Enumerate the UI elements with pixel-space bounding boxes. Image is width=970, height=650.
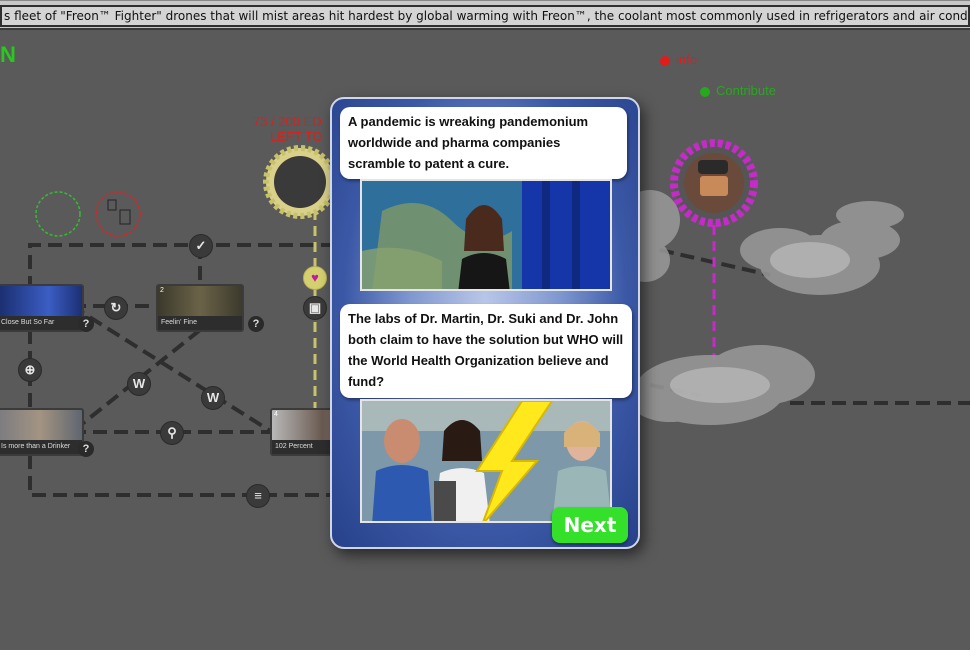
story-text: A pandemic is wreaking pandemonium world… bbox=[348, 114, 589, 171]
node-caption: Is more than a Drinker bbox=[0, 440, 82, 454]
node-caption: Feelin' Fine bbox=[158, 316, 242, 330]
story-node[interactable]: Is more than a Drinker bbox=[0, 408, 84, 456]
question-text: The labs of Dr. Martin, Dr. Suki and Dr.… bbox=[348, 311, 624, 389]
doctors-illustration bbox=[362, 401, 610, 521]
target-icon[interactable]: ⊕ bbox=[18, 358, 42, 382]
node-number: 4 bbox=[274, 411, 278, 418]
cloud-overlay bbox=[630, 190, 904, 425]
help-icon[interactable]: ? bbox=[78, 441, 94, 457]
news-anchor-image bbox=[360, 179, 612, 291]
node-thumbnail bbox=[158, 286, 242, 316]
node-caption: Close But So Far bbox=[0, 316, 82, 330]
document-icon[interactable]: ≡ bbox=[246, 484, 270, 508]
w-letter-icon[interactable]: W bbox=[127, 372, 151, 396]
checklist-icon[interactable]: ✓ bbox=[189, 234, 213, 258]
card-icon[interactable]: ▣ bbox=[303, 296, 327, 320]
next-button[interactable]: Next bbox=[552, 507, 628, 543]
story-node[interactable]: Close But So Far bbox=[0, 284, 84, 332]
news-anchor-illustration bbox=[362, 181, 610, 289]
story-modal: A pandemic is wreaking pandemonium world… bbox=[330, 97, 640, 549]
wikipedia-icon[interactable]: W bbox=[201, 386, 225, 410]
heart-icon[interactable]: ♥ bbox=[303, 266, 327, 290]
help-icon[interactable]: ? bbox=[248, 316, 264, 332]
node-thumbnail bbox=[0, 286, 82, 316]
doctors-image bbox=[360, 399, 612, 523]
story-bubble: A pandemic is wreaking pandemonium world… bbox=[340, 107, 627, 179]
node-thumbnail bbox=[0, 410, 82, 440]
node-number: 2 bbox=[160, 287, 164, 294]
story-node[interactable]: 2 Feelin' Fine bbox=[156, 284, 244, 332]
help-icon[interactable]: ? bbox=[78, 316, 94, 332]
share-icon[interactable]: ↻ bbox=[104, 296, 128, 320]
magnify-icon[interactable]: ⚲ bbox=[160, 421, 184, 445]
question-bubble: The labs of Dr. Martin, Dr. Suki and Dr.… bbox=[340, 304, 632, 398]
